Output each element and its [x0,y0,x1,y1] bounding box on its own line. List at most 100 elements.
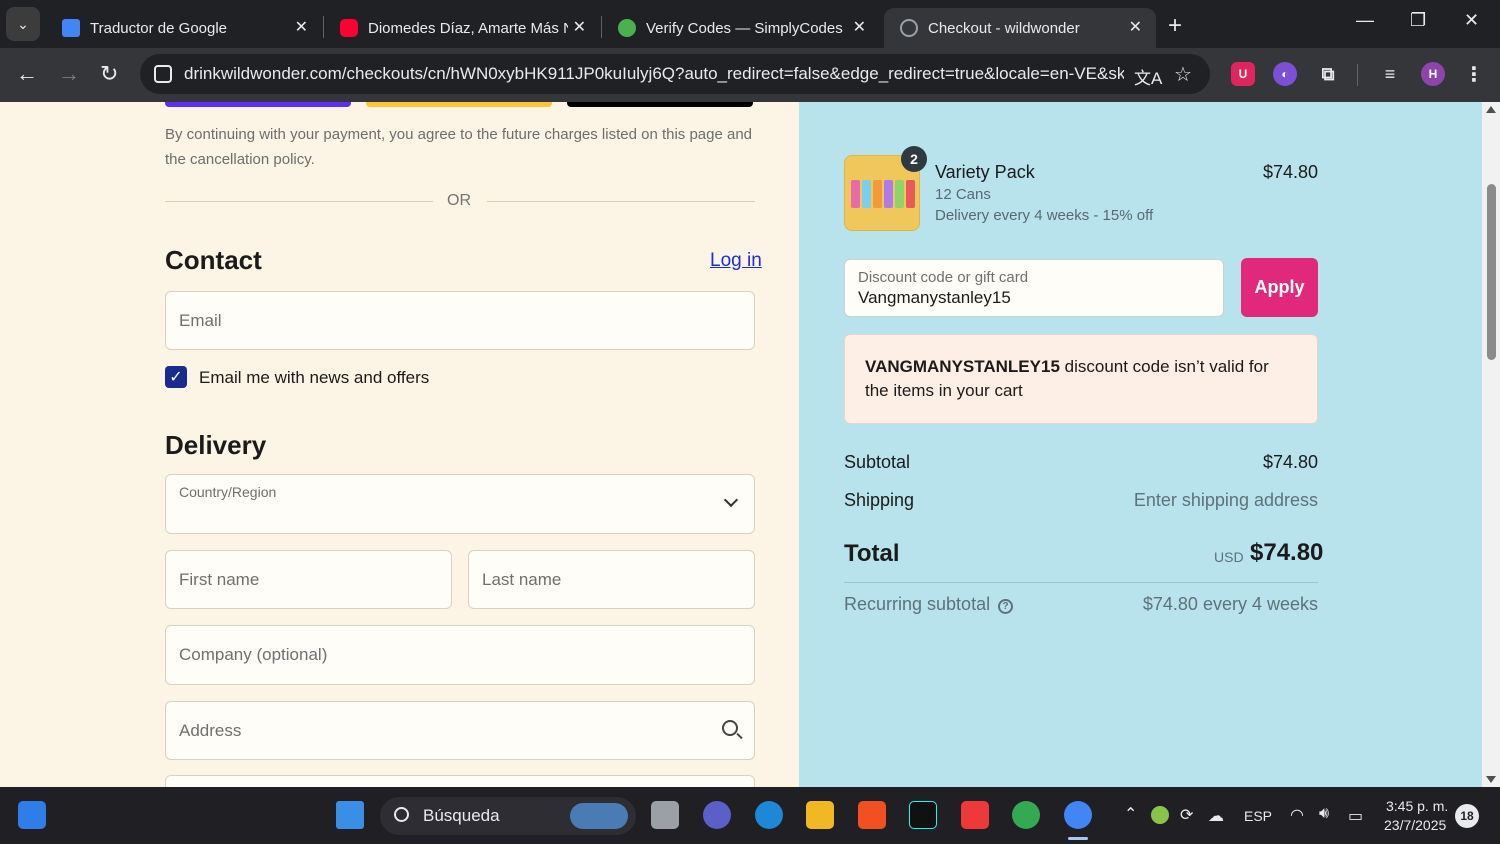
tray-overflow-chevron-icon[interactable]: ⌃ [1124,804,1137,824]
google-pay-button[interactable] [567,102,753,107]
tab-search-button[interactable]: ⌄ [6,7,40,41]
shipping-label: Shipping [844,490,915,510]
company-field[interactable]: Company (optional) [165,625,755,685]
back-arrow-icon[interactable]: ← [16,61,38,87]
notification-badge[interactable]: 18 [1455,804,1479,828]
minimize-icon[interactable]: — [1356,10,1374,31]
apartment-field[interactable] [165,775,755,787]
edge-icon[interactable] [755,801,783,829]
product-subscription: Delivery every 4 weeks - 15% off [935,207,1154,224]
url-text[interactable]: drinkwildwonder.com/checkouts/cn/hWN0xyb… [184,64,1124,84]
globe-icon [900,19,918,37]
close-icon[interactable]: ✕ [853,17,866,37]
site-info-icon[interactable] [154,65,172,83]
file-explorer-icon[interactable] [806,801,834,829]
menu-kebab-icon[interactable]: ⋮ [1462,62,1486,86]
media-queue-icon[interactable]: ≡ [1378,62,1402,86]
discount-code-value[interactable]: Vangmanystanley15 [858,288,1011,308]
marketing-checkbox[interactable]: ✓ [165,366,187,388]
profile-avatar[interactable]: H [1421,62,1445,86]
divider-line [487,201,755,202]
address-field[interactable]: Address [165,701,755,760]
apply-discount-button[interactable]: Apply [1241,258,1318,317]
discount-code-input[interactable]: Discount code or gift card Vangmanystanl… [844,259,1224,317]
teams-chat-icon[interactable] [703,801,731,829]
last-name-placeholder: Last name [482,570,562,589]
volume-icon[interactable]: 🔊︎ [1319,805,1329,823]
tab-simplycodes[interactable]: Verify Codes — SimplyCodes ✕ [602,8,880,48]
extension-purple-icon[interactable]: ◐ [1273,62,1297,86]
scrollbar-thumb[interactable] [1487,184,1496,360]
last-name-field[interactable]: Last name [468,550,755,609]
delivery-heading: Delivery [165,430,267,460]
address-bar[interactable]: drinkwildwonder.com/checkouts/cn/hWN0xyb… [140,54,1210,94]
summary-divider [844,582,1318,583]
tab-google-translate[interactable]: Traductor de Google ✕ [46,8,322,48]
tray-app-icon[interactable] [1151,806,1169,824]
microsoft-store-icon[interactable] [858,801,886,829]
email-field[interactable]: Email [165,291,755,350]
widgets-icon[interactable] [18,801,46,829]
ublock-shield-icon[interactable]: U [1231,62,1255,86]
clock-time[interactable]: 3:45 p. m. [1386,798,1448,814]
google-translate-icon [62,19,80,37]
chevron-down-icon: ⌄ [17,15,29,32]
close-icon[interactable]: ✕ [1129,17,1142,37]
task-view-icon[interactable] [651,801,679,829]
chrome-profile-icon[interactable] [1064,801,1092,829]
help-question-icon[interactable]: ? [998,599,1014,614]
subtotal-row: Subtotal $74.80 [844,452,1318,473]
language-indicator[interactable]: ESP [1244,808,1272,824]
marketing-checkbox-label[interactable]: Email me with news and offers [199,368,429,388]
checkout-page: By continuing with your payment, you agr… [0,102,1482,787]
extensions-puzzle-icon[interactable]: ⧉ [1316,62,1340,86]
tab-youtube[interactable]: Diomedes Díaz, Amarte Más No ✕ [324,8,600,48]
close-icon[interactable]: ✕ [573,17,586,37]
order-summary: 2 Variety Pack 12 Cans Delivery every 4 … [799,102,1482,787]
divider-line [165,201,433,202]
total-value: $74.80 [1250,539,1324,566]
contact-heading: Contact [165,245,262,275]
address-placeholder: Address [179,721,242,740]
restore-icon[interactable]: ❐ [1410,10,1426,31]
battery-icon[interactable]: ▭ [1348,806,1363,826]
or-divider: OR [165,192,755,212]
page-scrollbar[interactable] [1482,102,1500,787]
toolbar-divider [1357,64,1358,86]
translate-icon[interactable]: 文A [1134,64,1162,89]
scroll-down-arrow-icon[interactable] [1486,776,1496,783]
vivaldi-icon[interactable] [961,801,989,829]
paypal-button[interactable] [366,102,552,107]
shipping-value: Enter shipping address [1133,490,1318,510]
country-region-select[interactable]: Country/Region [165,474,755,534]
product-price: $74.80 [1262,162,1318,182]
bookmark-star-icon[interactable]: ☆ [1174,62,1192,87]
taskbar-search[interactable]: Búsqueda [380,797,636,835]
login-link[interactable]: Log in [710,250,762,272]
new-tab-plus-icon[interactable]: + [1168,12,1182,40]
tab-checkout-wildwonder[interactable]: Checkout - wildwonder ✕ [884,8,1156,48]
recurring-subtotal-value: $74.80 every 4 weeks [1142,594,1318,614]
windows-start-icon[interactable] [336,801,364,829]
window-close-icon[interactable]: ✕ [1464,10,1479,31]
payment-legal-text: By continuing with your payment, you agr… [165,126,753,168]
simplycodes-icon [618,19,636,37]
subtotal-label: Subtotal [844,452,911,472]
total-currency: USD [1214,549,1244,565]
shipping-row: Shipping Enter shipping address [844,490,1318,511]
first-name-field[interactable]: First name [165,550,452,609]
sync-icon[interactable]: ⟳ [1180,805,1193,825]
forward-arrow-icon[interactable]: → [58,61,80,87]
shop-pay-button[interactable] [165,102,351,107]
company-placeholder: Company (optional) [179,645,328,664]
scroll-up-arrow-icon[interactable] [1486,106,1496,113]
onedrive-icon[interactable]: ☁ [1208,806,1224,826]
chrome-icon[interactable] [1012,801,1040,829]
error-code: VANGMANYSTANLEY15 [865,357,1060,376]
close-icon[interactable]: ✕ [295,17,308,37]
tiktok-icon[interactable] [909,801,937,829]
tab-title: Traductor de Google [90,19,228,37]
reload-icon[interactable]: ↻ [100,61,118,87]
wifi-icon[interactable]: ◠ [1290,805,1304,825]
clock-date[interactable]: 23/7/2025 [1384,817,1446,833]
